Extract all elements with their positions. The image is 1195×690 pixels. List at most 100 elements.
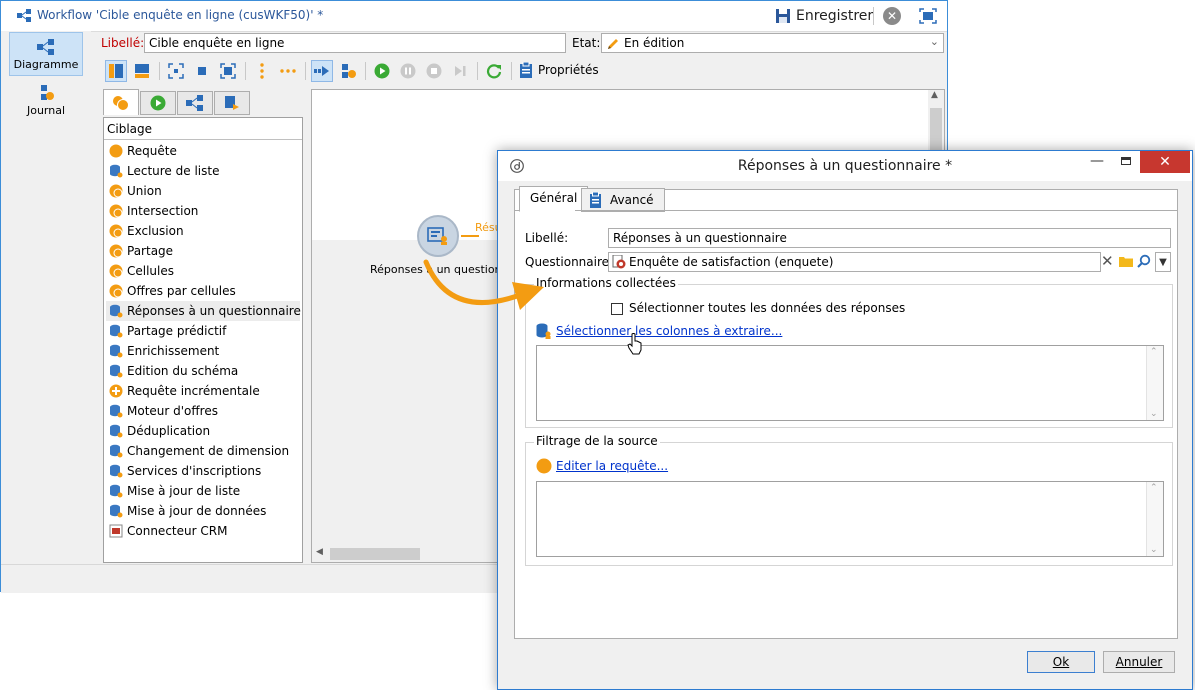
maximize-icon[interactable]: [919, 8, 937, 24]
query-preview-scrollbar[interactable]: ⌃ ⌄: [1146, 482, 1163, 556]
palette-item-label: Services d'inscriptions: [127, 464, 262, 478]
diagram-icon: [37, 39, 54, 55]
palette-item[interactable]: Connecteur CRM: [106, 521, 300, 541]
link-mode-button[interactable]: [311, 60, 333, 82]
zoom-reset-button[interactable]: [191, 60, 213, 82]
maximize-window-icon[interactable]: [1121, 157, 1131, 165]
tab-strip-border: [515, 210, 1177, 211]
palette-item[interactable]: Offres par cellules: [106, 281, 300, 301]
palette-item[interactable]: Moteur d'offres: [106, 401, 300, 421]
palette-item[interactable]: Réponses à un questionnaire: [106, 301, 301, 321]
columns-list[interactable]: ⌃ ⌄: [536, 345, 1164, 421]
horizontal-layout-button[interactable]: [131, 60, 153, 82]
close-circle-icon[interactable]: ✕: [883, 7, 901, 25]
scroll-up-icon[interactable]: ▲: [931, 90, 938, 100]
vertical-layout-button[interactable]: [105, 60, 127, 82]
callout-arrow: [423, 259, 544, 310]
palette-item[interactable]: Enrichissement: [106, 341, 300, 361]
select-all-label: Sélectionner toutes les données des répo…: [629, 301, 906, 315]
offer-engine-icon: [110, 404, 123, 418]
folder-icon[interactable]: [1119, 255, 1133, 267]
cancel-button[interactable]: Annuler: [1103, 651, 1175, 673]
flow-control-icon: [150, 95, 166, 111]
palette-item[interactable]: Requête: [106, 141, 300, 161]
chevron-down-icon[interactable]: ⌄: [1150, 545, 1158, 555]
horizontal-dots-button[interactable]: [277, 60, 299, 82]
palette-item[interactable]: Lecture de liste: [106, 161, 300, 181]
palette-item[interactable]: Mise à jour de liste: [106, 481, 300, 501]
nav-diagram-label: Diagramme: [13, 58, 79, 71]
tools-icon: [225, 96, 239, 110]
tab-general[interactable]: Général: [519, 186, 589, 212]
play-button[interactable]: [371, 60, 393, 82]
palette-item[interactable]: Partage prédictif: [106, 321, 300, 341]
palette-item-label: Intersection: [127, 204, 199, 218]
palette-item[interactable]: Edition du schéma: [106, 361, 300, 381]
nav-journal[interactable]: Journal: [9, 85, 83, 125]
zoom-fit-icon: [220, 63, 236, 79]
nav-diagram[interactable]: Diagramme: [9, 32, 83, 76]
dialog-close-button[interactable]: ✕: [1140, 151, 1190, 173]
step-button[interactable]: [449, 60, 471, 82]
chevron-up-icon[interactable]: ⌃: [1150, 483, 1158, 493]
clear-icon[interactable]: ✕: [1101, 252, 1114, 270]
survey-input[interactable]: Enquête de satisfaction (enquete): [608, 252, 1101, 272]
scroll-left-icon[interactable]: ◀: [316, 547, 323, 557]
tab-flow-control[interactable]: [140, 91, 176, 115]
palette-item-label: Requête incrémentale: [127, 384, 260, 398]
palette-item-label: Réponses à un questionnaire: [127, 304, 301, 318]
palette-item[interactable]: Services d'inscriptions: [106, 461, 300, 481]
palette-item-label: Requête: [127, 144, 177, 158]
palette-item[interactable]: Cellules: [106, 261, 300, 281]
activity-start-icon: [342, 64, 356, 78]
tab-tools[interactable]: [214, 91, 250, 115]
intersection-icon: [109, 204, 123, 218]
toolbar-separator: [159, 62, 160, 80]
tab-targeting[interactable]: [103, 89, 139, 115]
palette-item[interactable]: Union: [106, 181, 300, 201]
palette-item[interactable]: Requête incrémentale: [106, 381, 300, 401]
start-activity-button[interactable]: [337, 60, 359, 82]
palette-item[interactable]: Partage: [106, 241, 300, 261]
minimize-icon[interactable]: —: [1090, 153, 1104, 169]
stop-button[interactable]: [423, 60, 445, 82]
vertical-dots-button[interactable]: [251, 60, 273, 82]
properties-button[interactable]: Propriétés: [519, 62, 599, 78]
workflow-label-input[interactable]: Cible enquête en ligne: [144, 33, 566, 53]
pause-button[interactable]: [397, 60, 419, 82]
chevron-down-icon[interactable]: ⌄: [1150, 409, 1158, 419]
offers-cells-icon: [109, 284, 123, 298]
state-select[interactable]: En édition ⌄: [601, 33, 944, 53]
chevron-up-icon[interactable]: ⌃: [1150, 347, 1158, 357]
palette-item[interactable]: Mise à jour de données: [106, 501, 300, 521]
survey-dropdown-button[interactable]: ▼: [1155, 252, 1171, 272]
palette-item[interactable]: Déduplication: [106, 421, 300, 441]
diagram-toolbar: Propriétés: [101, 58, 943, 84]
save-button[interactable]: Enregistrer: [775, 5, 873, 27]
select-columns-link[interactable]: Sélectionner les colonnes à extraire...: [556, 324, 782, 338]
palette-item[interactable]: Changement de dimension: [106, 441, 300, 461]
survey-responses-dialog: Réponses à un questionnaire * — ✕ Généra…: [497, 150, 1193, 690]
toolbar-separator: [511, 62, 512, 80]
query-icon: [109, 144, 123, 158]
tab-advanced[interactable]: Avancé: [581, 188, 665, 212]
edit-query-link[interactable]: Editer la requête...: [556, 459, 668, 473]
columns-list-scrollbar[interactable]: ⌃ ⌄: [1146, 346, 1163, 420]
zoom-fit-button[interactable]: [217, 60, 239, 82]
tab-actions[interactable]: [177, 91, 213, 115]
palette-item[interactable]: Exclusion: [106, 221, 300, 241]
nav-journal-label: Journal: [26, 104, 66, 117]
label-input[interactable]: Réponses à un questionnaire: [608, 228, 1171, 248]
link-mode-icon: [314, 66, 329, 76]
select-all-checkbox[interactable]: [611, 303, 623, 315]
query-preview[interactable]: ⌃ ⌄: [536, 481, 1164, 557]
refresh-button[interactable]: [483, 60, 505, 82]
ok-button[interactable]: Ok: [1027, 651, 1095, 673]
horizontal-scroll-thumb[interactable]: [330, 548, 420, 560]
fit-button[interactable]: [165, 60, 187, 82]
window-title: Workflow 'Cible enquête en ligne (cusWKF…: [37, 8, 324, 22]
state-caption: Etat:: [572, 36, 601, 50]
search-icon[interactable]: [1137, 254, 1151, 268]
palette-item-label: Edition du schéma: [127, 364, 239, 378]
palette-item[interactable]: Intersection: [106, 201, 300, 221]
